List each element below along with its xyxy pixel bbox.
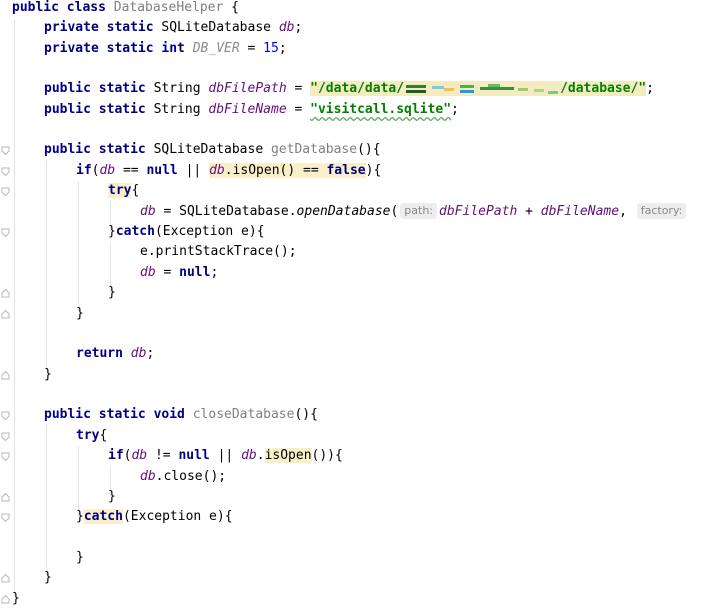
code-line-return[interactable]: return db; [76, 344, 154, 364]
fold-end-icon[interactable] [1, 371, 10, 380]
code-line-catch[interactable]: }catch(Exception e){ [108, 222, 265, 242]
code-line-close-brace[interactable]: } [76, 548, 84, 568]
redacted-text [404, 83, 560, 95]
code-line-print-stack[interactable]: e.printStackTrace(); [140, 242, 297, 262]
code-line-class-decl[interactable]: public class DatabaseHelper { [12, 0, 239, 18]
code-line-try[interactable]: try{ [108, 181, 139, 201]
code-line-catch[interactable]: }catch(Exception e){ [76, 507, 233, 527]
fold-end-icon[interactable] [1, 574, 10, 583]
fold-icon[interactable] [1, 167, 10, 176]
code-line-dbfilename[interactable]: public static String dbFileName = "visit… [44, 100, 459, 120]
method-name: closeDatabase [192, 407, 295, 422]
class-name: DatabaseHelper [113, 0, 224, 15]
fold-end-icon[interactable] [1, 493, 10, 502]
code-line-close-brace[interactable]: } [108, 283, 116, 303]
code-line-db-close[interactable]: db.close(); [140, 467, 226, 487]
code-line-if-db-not-null[interactable]: if(db != null || db.isOpen()){ [108, 446, 343, 466]
code-line-close-brace[interactable]: } [44, 568, 52, 588]
code-editor[interactable]: public class DatabaseHelper { private st… [12, 0, 706, 615]
code-line-close-brace[interactable]: } [108, 487, 116, 507]
code-line-getdatabase[interactable]: public static SQLiteDatabase getDatabase… [44, 140, 381, 160]
fold-icon[interactable] [1, 452, 10, 461]
code-line-try[interactable]: try{ [76, 426, 107, 446]
fold-icon[interactable] [1, 411, 10, 420]
string-literal: "/data/data//database/" [310, 81, 647, 96]
code-line-close-brace[interactable]: } [76, 304, 84, 324]
code-line-db-null[interactable]: db = null; [140, 263, 218, 283]
editor-gutter [0, 0, 12, 615]
fold-end-icon[interactable] [1, 595, 10, 604]
code-line-dbver-field[interactable]: private static int DB_VER = 15; [44, 39, 287, 59]
code-line-dbfilepath[interactable]: public static String dbFilePath = "/data… [44, 79, 654, 99]
param-hint-path: path: [400, 203, 438, 219]
code-line-closedatabase[interactable]: public static void closeDatabase(){ [44, 405, 318, 425]
code-line-if-db-null[interactable]: if(db == null || db.isOpen() == false){ [76, 161, 381, 181]
code-line-close-brace[interactable]: } [44, 365, 52, 385]
code-line-close-brace[interactable]: } [12, 589, 20, 609]
code-line-db-field[interactable]: private static SQLiteDatabase db; [44, 18, 302, 38]
fold-icon[interactable] [1, 513, 10, 522]
fold-end-icon[interactable] [1, 289, 10, 298]
warning-highlight: db.isOpen() == false [209, 163, 366, 178]
string-literal: "visitcall.sqlite" [310, 102, 452, 117]
code-line-open-database[interactable]: db = SQLiteDatabase.openDatabase(path: db… [140, 202, 688, 222]
method-name: getDatabase [270, 142, 358, 157]
fold-icon[interactable] [1, 228, 10, 237]
fold-icon[interactable] [1, 432, 10, 441]
fold-icon[interactable] [1, 187, 10, 196]
fold-end-icon[interactable] [1, 310, 10, 319]
param-hint-factory: factory: [636, 203, 687, 219]
fold-icon[interactable] [1, 146, 10, 155]
warning-highlight: isOpen [264, 448, 312, 463]
